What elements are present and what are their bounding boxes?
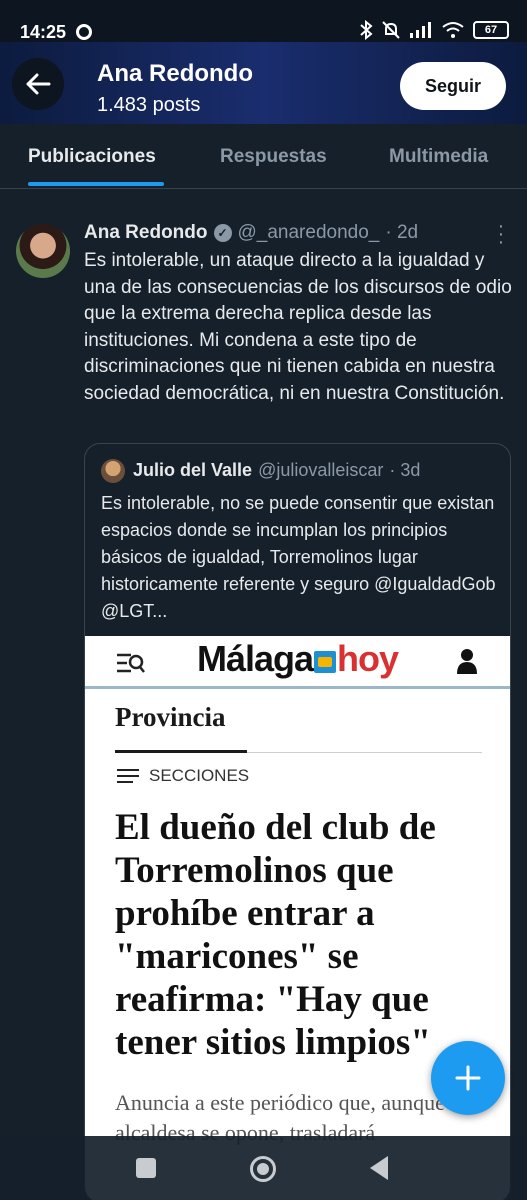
tweet-author-name[interactable]: Ana Redondo — [84, 222, 208, 244]
quote-text: Es intolerable, no se puede consentir qu… — [101, 493, 496, 621]
hamburger-icon — [117, 769, 139, 783]
article-divider — [85, 686, 510, 689]
user-icon — [457, 649, 477, 674]
verified-badge-icon: ✓ — [213, 224, 232, 242]
article-headline: El dueño del club de Torremolinos que pr… — [115, 807, 436, 1063]
article-image[interactable]: Málaga hoy Provincia SECCIONES El dueño d… — [85, 636, 510, 1200]
arrow-left-icon — [26, 73, 51, 95]
home-icon[interactable] — [250, 1156, 276, 1182]
quote-header: Julio del Valle @juliovalleiscar · 3d — [133, 460, 420, 481]
mute-icon — [382, 21, 400, 39]
avatar[interactable] — [16, 224, 70, 278]
wifi-icon — [442, 22, 464, 38]
tweet-author-handle[interactable]: @_anaredondo_ — [238, 222, 380, 244]
profile-name: Ana Redondo — [97, 60, 253, 87]
tweet-text: Es intolerable, un ataque directo a la i… — [84, 250, 512, 404]
system-navigation-bar — [0, 1136, 527, 1200]
quote-avatar — [101, 459, 125, 483]
quote-author-name: Julio del Valle — [133, 460, 253, 480]
active-tab-indicator — [28, 182, 164, 186]
menu-search-icon — [117, 653, 145, 673]
profile-header: Ana Redondo 1.483 posts Seguir — [0, 42, 527, 124]
status-icons: 67 — [359, 20, 509, 40]
tweet-timestamp[interactable]: · 2d — [385, 222, 418, 244]
bluetooth-icon — [360, 20, 373, 40]
malagahoy-logo: Málaga hoy — [197, 638, 399, 679]
compose-button[interactable] — [431, 1041, 505, 1115]
section-underline — [115, 750, 247, 753]
tab-publicaciones[interactable]: Publicaciones — [28, 146, 156, 168]
tab-multimedia[interactable]: Multimedia — [389, 146, 488, 168]
secciones-menu: SECCIONES — [117, 766, 249, 786]
signal-icon — [410, 22, 431, 38]
follow-button[interactable]: Seguir — [400, 62, 506, 110]
profile-tabs: Publicaciones Respuestas Multimedia — [0, 124, 527, 189]
battery-icon: 67 — [473, 21, 509, 39]
tab-respuestas[interactable]: Respuestas — [220, 146, 327, 168]
plus-icon — [455, 1065, 481, 1091]
status-time: 14:25 — [20, 22, 67, 42]
secciones-label: SECCIONES — [149, 766, 250, 785]
more-vertical-icon[interactable]: · · · — [497, 216, 505, 252]
post-count: 1.483 posts — [97, 94, 201, 116]
article-section: Provincia — [115, 702, 226, 732]
tweet-header: Ana Redondo ✓ @_anaredondo_ · 2d — [84, 222, 418, 244]
recents-icon[interactable] — [136, 1158, 156, 1178]
quote-timestamp: · 3d — [389, 460, 421, 480]
status-notification-icon — [76, 24, 92, 40]
quote-author-handle: @juliovalleiscar — [258, 460, 384, 480]
system-back-icon[interactable] — [370, 1156, 388, 1180]
back-button[interactable] — [12, 58, 64, 110]
